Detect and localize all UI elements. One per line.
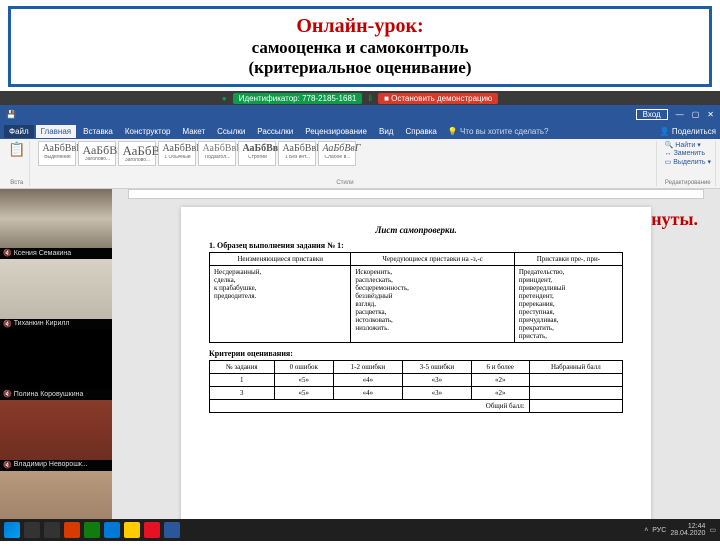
slide-title: Онлайн-урок: bbox=[23, 15, 697, 38]
word-autosave-icon[interactable]: 💾 bbox=[6, 110, 16, 119]
zoom-meeting-id: Идентификатор: 778-2185-1681 bbox=[233, 93, 363, 104]
app-icon[interactable] bbox=[84, 522, 100, 538]
mic-muted-icon: 🔇 bbox=[3, 320, 12, 328]
mic-muted-icon: 🔇 bbox=[3, 249, 12, 257]
table-header: Чередующиеся приставки на -з,-с bbox=[351, 253, 514, 266]
participant-tile[interactable]: 🔇Полина Коровушкина bbox=[0, 330, 112, 400]
tab-insert[interactable]: Вставка bbox=[78, 125, 118, 138]
app-icon[interactable] bbox=[164, 522, 180, 538]
app-icon[interactable] bbox=[124, 522, 140, 538]
word-ribbon-tabs: Файл Главная Вставка Конструктор Макет С… bbox=[0, 123, 720, 139]
tab-design[interactable]: Конструктор bbox=[120, 125, 176, 138]
criteria-heading: Критерии оценивания: bbox=[209, 349, 623, 358]
tab-help[interactable]: Справка bbox=[400, 125, 441, 138]
share-button[interactable]: 👤 Поделиться bbox=[660, 127, 716, 136]
mic-muted-icon: 🔇 bbox=[3, 461, 12, 469]
select-button[interactable]: ▭ Выделить ▾ bbox=[665, 158, 711, 166]
participant-tile[interactable]: 🔇Ксения Семакина bbox=[0, 189, 112, 259]
word-titlebar: 💾 Вход — ▢ ✕ bbox=[0, 105, 720, 123]
participant-tile[interactable]: 🔇Владимир Неворошк... bbox=[0, 400, 112, 470]
doc-section-1: 1. Образец выполнения задания № 1: bbox=[209, 241, 623, 250]
system-tray[interactable]: ˄ РУС 12:44 28.04.2020 ▭ bbox=[644, 523, 716, 537]
table-header: Неизменяющиеся приставки bbox=[210, 253, 351, 266]
zoom-participants-panel: 🔇Ксения Семакина 🔇Тиханкин Кирилл 🔇Полин… bbox=[0, 189, 112, 541]
app-icon[interactable] bbox=[64, 522, 80, 538]
taskview-icon[interactable] bbox=[44, 522, 60, 538]
search-icon[interactable] bbox=[24, 522, 40, 538]
style-item[interactable]: АаБбВвГВыделение bbox=[38, 141, 76, 166]
document-page[interactable]: Лист самопроверки. 1. Образец выполнения… bbox=[181, 207, 651, 541]
style-item[interactable]: АаБбВвГСлабое в... bbox=[318, 141, 356, 166]
tray-clock[interactable]: 12:44 28.04.2020 bbox=[670, 523, 705, 537]
tell-me-search[interactable]: 💡 Что вы хотите сделать? bbox=[444, 126, 553, 137]
style-item[interactable]: АаБбВвГСтрогий bbox=[238, 141, 276, 166]
horizontal-ruler[interactable] bbox=[128, 189, 704, 199]
tab-home[interactable]: Главная bbox=[36, 125, 76, 138]
close-icon[interactable]: ✕ bbox=[707, 110, 714, 119]
ribbon-editing-group: 🔍 Найти ▾ ↔ Заменить ▭ Выделить ▾ Редакт… bbox=[661, 141, 716, 186]
slide-subtitle-1: самооценка и самоконтроль bbox=[23, 38, 697, 58]
style-item[interactable]: АаБбВвЗаголово... bbox=[78, 141, 116, 166]
table-header: Приставки пре-, при- bbox=[514, 253, 622, 266]
main-content-area: 🔇Ксения Семакина 🔇Тиханкин Кирилл 🔇Полин… bbox=[0, 189, 720, 541]
app-icon[interactable] bbox=[104, 522, 120, 538]
notifications-icon[interactable]: ▭ bbox=[709, 526, 716, 534]
mic-muted-icon: 🔇 bbox=[3, 390, 12, 398]
slide-title-box: Онлайн-урок: самооценка и самоконтроль (… bbox=[8, 6, 712, 87]
maximize-icon[interactable]: ▢ bbox=[692, 110, 700, 119]
tab-view[interactable]: Вид bbox=[374, 125, 398, 138]
criteria-table: № задания 0 ошибок 1-2 ошибки 3-5 ошибки… bbox=[209, 360, 623, 413]
tab-file[interactable]: Файл bbox=[4, 125, 34, 138]
start-button[interactable] bbox=[4, 522, 20, 538]
ribbon-clipboard-group: 📋 Вста bbox=[4, 141, 30, 186]
slide-subtitle-2: (критериальное оценивание) bbox=[23, 58, 697, 78]
tab-review[interactable]: Рецензирование bbox=[300, 125, 372, 138]
tab-mailings[interactable]: Рассылки bbox=[252, 125, 298, 138]
zoom-control-bar: ● Идентификатор: 778-2185-1681 ‖ ■ Остан… bbox=[0, 91, 720, 105]
table-cell: Предательство, принцдент, привередливый … bbox=[514, 266, 622, 343]
zoom-pause-icon[interactable]: ‖ bbox=[368, 93, 372, 103]
style-item[interactable]: АаБбВвГПодзагол... bbox=[198, 141, 236, 166]
paste-button[interactable]: 📋 bbox=[8, 141, 25, 158]
find-button[interactable]: 🔍 Найти ▾ bbox=[665, 141, 711, 149]
minimize-icon[interactable]: — bbox=[676, 110, 684, 119]
prefixes-table: Неизменяющиеся приставки Чередующиеся пр… bbox=[209, 252, 623, 343]
document-viewport[interactable]: 3 минуты. Лист самопроверки. 1. Образец … bbox=[112, 189, 720, 541]
doc-heading: Лист самопроверки. bbox=[209, 225, 623, 235]
app-icon[interactable] bbox=[144, 522, 160, 538]
replace-button[interactable]: ↔ Заменить bbox=[665, 150, 711, 157]
word-ribbon: 📋 Вста АаБбВвГВыделение АаБбВвЗаголово..… bbox=[0, 139, 720, 189]
style-item[interactable]: АаБбВвГ1 Без инт... bbox=[278, 141, 316, 166]
zoom-dot-icon: ● bbox=[222, 94, 227, 103]
style-item[interactable]: АаБбВЗаголово... bbox=[118, 141, 156, 166]
tray-lang[interactable]: РУС bbox=[652, 527, 666, 534]
ribbon-styles-group: АаБбВвГВыделение АаБбВвЗаголово... АаБбВ… bbox=[34, 141, 656, 186]
table-cell: Несдержанный, сделка, к прабабушке, пред… bbox=[210, 266, 351, 343]
windows-taskbar[interactable]: ˄ РУС 12:44 28.04.2020 ▭ bbox=[0, 519, 720, 541]
word-login-button[interactable]: Вход bbox=[636, 109, 668, 120]
tray-chevron-icon[interactable]: ˄ bbox=[644, 527, 648, 534]
participant-tile[interactable]: 🔇Тиханкин Кирилл bbox=[0, 259, 112, 329]
styles-gallery[interactable]: АаБбВвГВыделение АаБбВвЗаголово... АаБбВ… bbox=[38, 141, 651, 166]
tab-references[interactable]: Ссылки bbox=[212, 125, 250, 138]
tab-layout[interactable]: Макет bbox=[177, 125, 210, 138]
zoom-stop-share-button[interactable]: ■ Остановить демонстрацию bbox=[378, 93, 498, 104]
table-cell: Искоренить, расплескать, бесцеремонность… bbox=[351, 266, 514, 343]
style-item[interactable]: АаБбВвГ1 Обычный bbox=[158, 141, 196, 166]
